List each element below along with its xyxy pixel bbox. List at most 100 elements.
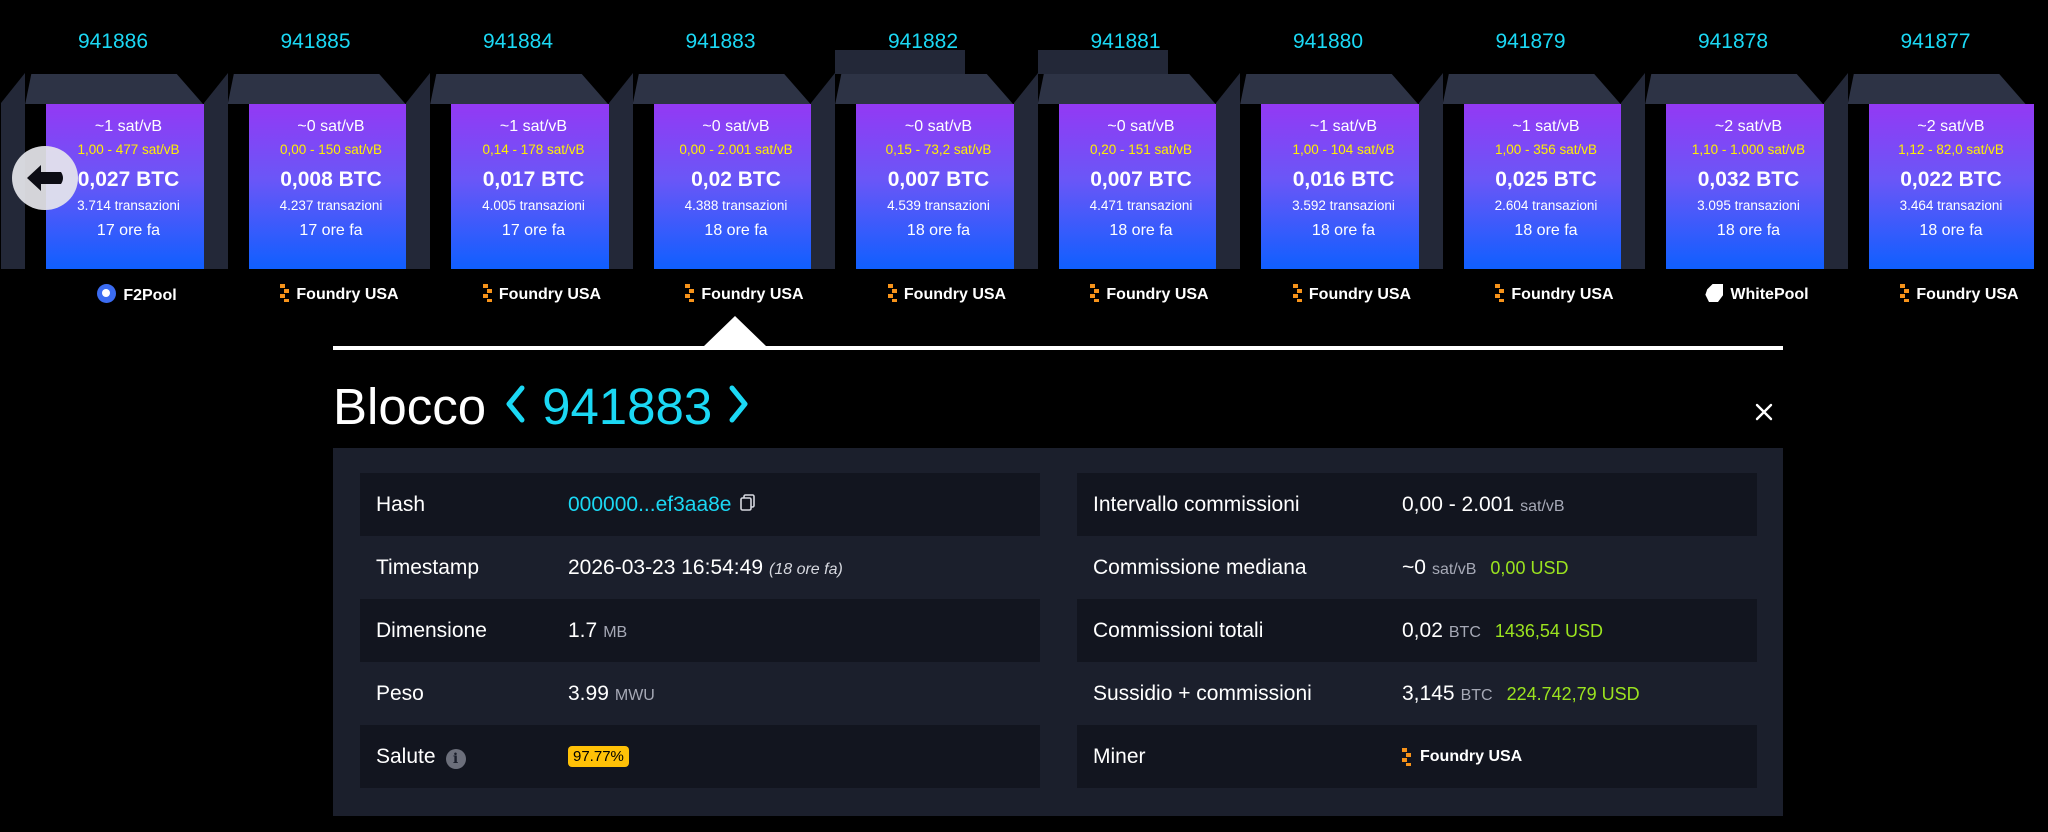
block-face[interactable]: ~1 sat/vB 1,00 - 356 sat/vB 0,025 BTC 2.604…: [1463, 104, 1629, 269]
block-face[interactable]: ~2 sat/vB 1,12 - 82,0 sat/vB 0,022 BTC 3.46…: [1868, 104, 2034, 269]
size-value: 1.7: [568, 618, 598, 642]
copy-icon[interactable]: [739, 493, 755, 517]
fee-range-label: Intervallo commissioni: [1093, 492, 1300, 516]
block-face[interactable]: ~0 sat/vB 0,00 - 2.001 sat/vB 0,02 BTC 4.38…: [653, 104, 819, 269]
block-pool[interactable]: Foundry USA: [1266, 284, 1438, 304]
block-pool-name: Foundry USA: [701, 286, 804, 303]
previous-block-chevron-icon[interactable]: [504, 384, 526, 429]
hash-link[interactable]: 000000...ef3aa8e: [568, 493, 732, 517]
block-pool[interactable]: Foundry USA: [1469, 284, 1641, 304]
miner-link[interactable]: Foundry USA: [1420, 748, 1522, 766]
block-top: [835, 74, 1013, 104]
block-face[interactable]: ~0 sat/vB 0,00 - 150 sat/vB 0,008 BTC 4.237…: [248, 104, 414, 269]
size-label: Dimensione: [376, 618, 487, 642]
block-height-label[interactable]: 941881: [1014, 30, 1238, 54]
timestamp-row: Timestamp 2026-03-23 16:54:49 (18 ore fa…: [360, 536, 1040, 599]
block-pool[interactable]: Foundry USA: [254, 284, 426, 304]
block-fee-range: 1,00 - 104 sat/vB: [1292, 142, 1395, 157]
weight-row: Peso 3.99 MWU: [360, 662, 1040, 725]
block-tx-count: 3.464 transazioni: [1899, 198, 2003, 213]
block-941879[interactable]: 941879 ~1 sat/vB 1,00 - 356 sat/vB 0,025 BT…: [1418, 0, 1629, 310]
hash-row: Hash 000000...ef3aa8e: [360, 473, 1040, 536]
block-total-fees: 0,02 BTC: [691, 168, 781, 191]
fee-range-unit: sat/vB: [1520, 497, 1565, 515]
block-tx-count: 4.388 transazioni: [684, 198, 788, 213]
block-median-fee: ~0 sat/vB: [297, 118, 365, 135]
block-pool[interactable]: Foundry USA: [1874, 284, 2046, 304]
block-face[interactable]: ~2 sat/vB 1,10 - 1.000 sat/vB 0,032 BTC 3.0…: [1666, 104, 1831, 269]
block-height-label[interactable]: 941886: [1, 30, 225, 54]
block-tx-count: 4.539 transazioni: [887, 198, 990, 213]
next-block-chevron-icon[interactable]: [728, 384, 750, 429]
block-941878[interactable]: 941878 ~2 sat/vB 1,10 - 1.000 sat/vB 0,032 …: [1621, 0, 1831, 310]
block-941881[interactable]: 941881 ~0 sat/vB 0,20 - 151 sat/vB 0,007 BT…: [1013, 0, 1224, 310]
block-time: 18 ore fa: [1109, 222, 1173, 239]
total-fees-unit: BTC: [1448, 623, 1481, 641]
block-pool[interactable]: WhitePool: [1671, 284, 1843, 304]
block-height-label[interactable]: 941885: [204, 30, 428, 54]
block-fee-range: 0,14 - 178 sat/vB: [482, 142, 585, 157]
block-top: [430, 74, 608, 104]
block-side: [1418, 73, 1443, 269]
block-tx-count: 3.095 transazioni: [1697, 198, 1800, 213]
block-side: [1013, 73, 1038, 269]
block-face[interactable]: ~1 sat/vB 0,14 - 178 sat/vB 0,017 BTC 4.005…: [451, 104, 616, 269]
block-pool[interactable]: Foundry USA: [1064, 284, 1236, 304]
close-icon[interactable]: [1752, 400, 1776, 424]
scroll-left-button[interactable]: [12, 146, 78, 210]
block-pool[interactable]: Foundry USA: [659, 284, 831, 304]
block-941884[interactable]: 941884 ~1 sat/vB 0,14 - 178 sat/vB 0,017 BT…: [406, 0, 616, 310]
block-height-label[interactable]: 941877: [1824, 30, 2048, 54]
block-height-label[interactable]: 941879: [1419, 30, 1643, 54]
info-icon[interactable]: i: [445, 748, 466, 769]
foundry-icon: [1495, 284, 1505, 302]
median-fee-label: Commissione mediana: [1093, 555, 1307, 579]
median-fee-unit: sat/vB: [1431, 560, 1477, 578]
block-941883[interactable]: 941883 ~0 sat/vB 0,00 - 2.001 sat/vB 0,02 B…: [608, 0, 819, 310]
block-941882[interactable]: 941882 ~0 sat/vB 0,15 - 73,2 sat/vB 0,007 B…: [811, 0, 1021, 310]
miner-row: Miner Foundry USA: [1077, 725, 1757, 788]
block-height-label[interactable]: 941878: [1621, 30, 1845, 54]
block-time: 17 ore fa: [299, 222, 363, 239]
block-total-fees: 0,007 BTC: [887, 168, 990, 191]
block-face[interactable]: ~0 sat/vB 0,20 - 151 sat/vB 0,007 BTC 4.471…: [1058, 104, 1224, 269]
block-height-label[interactable]: 941882: [811, 30, 1035, 54]
block-pool-name: WhitePool: [1730, 286, 1809, 303]
health-badge[interactable]: 97.77%: [568, 746, 629, 767]
weight-value: 3.99: [568, 681, 609, 705]
block-pool[interactable]: Foundry USA: [861, 284, 1033, 304]
foundry-icon: [482, 284, 492, 302]
block-time: 18 ore fa: [1716, 222, 1781, 239]
block-941885[interactable]: 941885 ~0 sat/vB 0,00 - 150 sat/vB 0,008 BT…: [203, 0, 414, 310]
block-pool[interactable]: Foundry USA: [456, 284, 628, 304]
block-tx-count: 4.237 transazioni: [279, 198, 383, 213]
subsidy-unit: BTC: [1460, 686, 1493, 704]
block-median-fee: ~1 sat/vB: [1309, 118, 1378, 135]
subsidy-usd: 224.742,79 USD: [1506, 683, 1640, 704]
block-pool-name: Foundry USA: [1916, 286, 2019, 303]
block-941880[interactable]: 941880 ~1 sat/vB 1,00 - 104 sat/vB 0,016 BT…: [1216, 0, 1426, 310]
subsidy-row: Sussidio + commissioni 3,145 BTC 224.742…: [1077, 662, 1757, 725]
total-fees-usd: 1436,54 USD: [1494, 620, 1603, 641]
block-side: [608, 73, 633, 269]
block-top: [632, 74, 811, 104]
block-side: [1823, 73, 1848, 269]
block-fee-range: 1,10 - 1.000 sat/vB: [1691, 142, 1806, 157]
block-fee-range: 0,15 - 73,2 sat/vB: [885, 142, 992, 157]
block-941877[interactable]: 941877 ~2 sat/vB 1,12 - 82,0 sat/vB 0,022 B…: [1823, 0, 2034, 310]
block-total-fees: 0,022 BTC: [1900, 168, 2002, 191]
details-left-column: Hash 000000...ef3aa8e Timestamp 2026-03-…: [360, 473, 1040, 788]
block-height-label[interactable]: 941883: [609, 30, 833, 54]
block-height-label[interactable]: 941880: [1216, 30, 1440, 54]
block-face[interactable]: ~1 sat/vB 1,00 - 104 sat/vB 0,016 BTC 3.592…: [1261, 104, 1426, 269]
block-height-label[interactable]: 941884: [406, 30, 630, 54]
block-median-fee: ~1 sat/vB: [94, 118, 163, 135]
health-label-wrap: Salute i: [360, 745, 568, 769]
block-pool-name: F2Pool: [123, 287, 177, 304]
block-pool[interactable]: F2Pool: [51, 284, 223, 305]
fee-range-row: Intervallo commissioni 0,00 - 2.001 sat/…: [1077, 473, 1757, 536]
total-fees-label: Commissioni totali: [1093, 618, 1264, 642]
size-unit: MB: [603, 623, 628, 641]
block-face[interactable]: ~0 sat/vB 0,15 - 73,2 sat/vB 0,007 BTC 4.53…: [856, 104, 1021, 269]
f2pool-icon: [97, 284, 117, 303]
